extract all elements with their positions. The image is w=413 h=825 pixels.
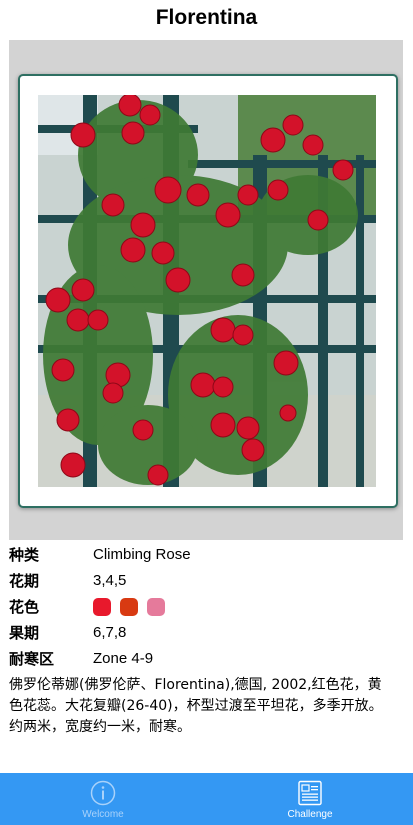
document-icon <box>298 780 322 806</box>
photo-frame <box>18 74 398 508</box>
tab-welcome[interactable]: Welcome <box>0 773 206 825</box>
bloom-value: 3,4,5 <box>93 572 127 589</box>
color-swatch <box>93 598 111 616</box>
bloom-row: 花期 3,4,5 <box>9 570 404 596</box>
fruit-label: 果期 <box>9 624 40 642</box>
color-row: 花色 <box>9 596 404 622</box>
info-icon <box>90 780 116 806</box>
bloom-label: 花期 <box>9 572 40 590</box>
type-row: 种类 Climbing Rose <box>9 544 404 570</box>
type-label: 种类 <box>9 546 40 564</box>
tab-welcome-label: Welcome <box>82 809 124 820</box>
hardiness-value: Zone 4-9 <box>93 650 154 667</box>
rose-description: 佛罗伦蒂娜(佛罗伦萨、Florentina),德国, 2002,红色花，黄色花蕊… <box>9 677 383 735</box>
hardiness-label: 耐寒区 <box>9 650 55 668</box>
type-value: Climbing Rose <box>93 546 191 563</box>
color-swatch <box>147 598 165 616</box>
tab-challenge-label: Challenge <box>287 809 333 820</box>
tab-challenge[interactable]: Challenge <box>207 773 413 825</box>
page-title: Florentina <box>155 6 258 29</box>
photo-panel <box>9 40 403 540</box>
hardiness-row: 耐寒区 Zone 4-9 <box>9 648 404 674</box>
tab-bar: Welcome Challenge <box>0 773 413 825</box>
color-label: 花色 <box>9 598 40 616</box>
color-swatches <box>93 598 165 616</box>
color-swatch <box>120 598 138 616</box>
climbing-rose-image <box>38 95 376 487</box>
fruit-row: 果期 6,7,8 <box>9 622 404 648</box>
fruit-value: 6,7,8 <box>93 624 127 641</box>
rose-photo[interactable] <box>38 95 376 487</box>
rose-details: 种类 Climbing Rose 花期 3,4,5 花色 果期 6,7,8 耐寒… <box>9 544 404 674</box>
